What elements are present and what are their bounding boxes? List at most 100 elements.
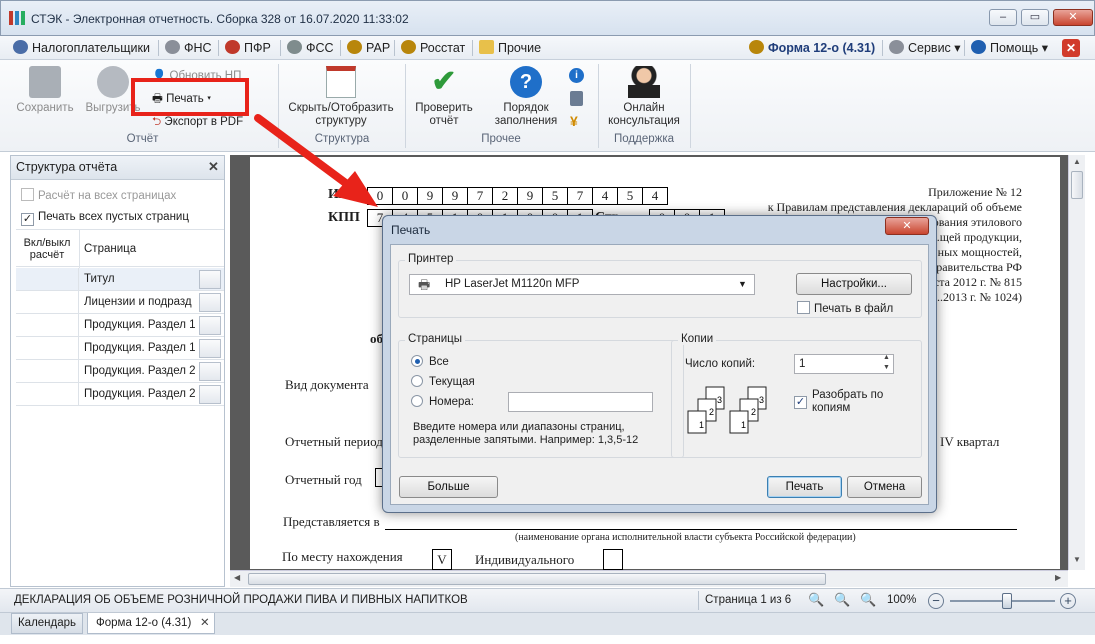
exit-icon[interactable]: ✕ [1062, 39, 1080, 57]
info-icon[interactable]: i [569, 68, 584, 83]
table-row[interactable]: Продукция. Раздел 2 [16, 383, 224, 406]
tab-calendar[interactable]: Календарь [11, 613, 83, 634]
upload-arrow-icon [97, 66, 129, 98]
digit-cell[interactable]: 5 [542, 187, 568, 205]
cancel-label: Отмена [863, 481, 906, 493]
zoom-slider-thumb[interactable] [1002, 593, 1013, 609]
digit-cell[interactable]: 0 [392, 187, 418, 205]
dialog-close-button[interactable]: ✕ [885, 217, 929, 235]
copies-input[interactable]: 1 ▲ ▼ [794, 354, 894, 374]
collate-checkbox[interactable]: ✓ Разобрать по копиям [794, 389, 914, 415]
print-empty-checkbox[interactable]: ✓ Печать всех пустых страниц [21, 211, 189, 226]
menu-bar: Налогоплательщики ФНС ПФР ФСС РАР Росста… [0, 36, 1095, 60]
currency-icon[interactable]: ¥ [570, 113, 578, 129]
check-report-label: Проверить отчёт [415, 102, 473, 127]
print-page-icon[interactable] [199, 316, 221, 335]
svg-text:1: 1 [699, 420, 704, 430]
scroll-left-icon[interactable]: ◀ [234, 573, 240, 582]
digit-cell[interactable]: 4 [592, 187, 618, 205]
scroll-thumb[interactable] [248, 573, 826, 585]
zoom-in-icon[interactable]: + [1060, 593, 1076, 609]
radio-selected-icon [411, 355, 423, 367]
print-page-icon[interactable] [199, 339, 221, 358]
online-consult-button[interactable]: Онлайн консультация [604, 66, 684, 128]
print-page-icon[interactable] [199, 362, 221, 381]
print-confirm-button[interactable]: Печать [767, 476, 842, 498]
digit-cell[interactable]: 9 [442, 187, 468, 205]
radio-numbers[interactable]: Номера: [411, 395, 474, 408]
update-np-button[interactable]: 👤 Обновить НП [152, 68, 241, 82]
digit-cell[interactable]: 9 [517, 187, 543, 205]
export-pdf-button[interactable]: ⮌ Экспорт в PDF [152, 114, 243, 133]
printer-group-title: Принтер [405, 253, 457, 265]
radio-current[interactable]: Текущая [411, 375, 475, 388]
menu-rar[interactable]: РАР [347, 39, 390, 57]
scroll-thumb[interactable] [1071, 171, 1083, 199]
export-pdf-label: Экспорт в PDF [164, 116, 244, 128]
upload-button[interactable]: Выгрузить [82, 66, 144, 115]
printer-group: Принтер 🖶 HP LaserJet M1120n MFP ▼ Настр… [398, 253, 922, 318]
digit-cell[interactable]: 2 [492, 187, 518, 205]
digit-cell[interactable]: 5 [617, 187, 643, 205]
digit-cell[interactable]: 0 [367, 187, 393, 205]
zoom-slider[interactable] [950, 593, 1055, 609]
zoom-fit-icon[interactable]: 🔍 [834, 592, 850, 608]
scroll-down-icon[interactable]: ▼ [1069, 555, 1085, 564]
cancel-button[interactable]: Отмена [847, 476, 922, 498]
printer-select[interactable]: 🖶 HP LaserJet M1120n MFP ▼ [409, 274, 755, 295]
menu-pfr[interactable]: ПФР [225, 39, 271, 57]
digit-cell[interactable]: 4 [642, 187, 668, 205]
horizontal-scrollbar[interactable]: ◀ ▶ [230, 570, 1068, 587]
close-tab-icon[interactable]: ✕ [200, 613, 210, 633]
table-row[interactable]: Продукция. Раздел 2 [16, 360, 224, 383]
table-row[interactable]: Титул [16, 268, 224, 291]
year-label: Отчетный год [285, 472, 362, 487]
window-title: СТЭК - Электронная отчетность. Сборка 32… [31, 12, 409, 26]
menu-service[interactable]: Сервис ▾ [889, 39, 961, 57]
print-page-icon[interactable] [199, 385, 221, 404]
vertical-scrollbar[interactable]: ▲ ▼ [1068, 155, 1085, 570]
close-window-button[interactable]: ✕ [1053, 9, 1093, 26]
print-to-file-checkbox[interactable]: Печать в файл [797, 301, 893, 315]
settings-button[interactable]: Настройки... [796, 273, 912, 295]
save-button[interactable]: Сохранить [12, 66, 78, 115]
menu-help[interactable]: Помощь ▾ [971, 39, 1048, 57]
table-row[interactable]: Продукция. Раздел 1 [16, 337, 224, 360]
scroll-up-icon[interactable]: ▲ [1069, 157, 1085, 166]
location-mark-cell[interactable]: V [432, 549, 452, 570]
more-button[interactable]: Больше [399, 476, 498, 498]
close-panel-icon[interactable]: ✕ [208, 159, 219, 175]
radio-all[interactable]: Все [411, 355, 449, 368]
check-report-button[interactable]: ✔ Проверить отчёт [410, 66, 478, 128]
tab-form-12o[interactable]: Форма 12-о (4.31) ✕ [87, 613, 215, 634]
print-button[interactable]: 🖶 Печать ▾ [152, 91, 211, 110]
row-page-name: Продукция. Раздел 2 [84, 388, 196, 400]
scroll-right-icon[interactable]: ▶ [1055, 573, 1061, 582]
menu-fns[interactable]: ФНС [165, 39, 212, 57]
zoom-out-icon[interactable]: − [928, 593, 944, 609]
spinner-icon[interactable]: ▲ ▼ [883, 353, 890, 373]
individual-cell[interactable] [603, 549, 623, 570]
fill-order-button[interactable]: ? Порядок заполнения [490, 66, 562, 128]
print-page-icon[interactable] [199, 270, 221, 289]
table-row[interactable]: Продукция. Раздел 1 [16, 314, 224, 337]
menu-fss[interactable]: ФСС [287, 39, 334, 57]
table-row[interactable]: Лицензии и подразд [16, 291, 224, 314]
digit-cell[interactable]: 9 [417, 187, 443, 205]
current-form-menu[interactable]: Форма 12-о (4.31) [749, 39, 875, 57]
svg-text:1: 1 [741, 420, 746, 430]
calculator-icon[interactable] [570, 91, 583, 106]
calc-all-pages-checkbox[interactable]: Расчёт на всех страницах [21, 188, 176, 202]
zoom-out-page-icon[interactable]: 🔍 [808, 592, 824, 608]
digit-cell[interactable]: 7 [467, 187, 493, 205]
menu-taxpayers[interactable]: Налогоплательщики [13, 39, 150, 57]
page-numbers-input[interactable] [508, 392, 653, 412]
digit-cell[interactable]: 7 [567, 187, 593, 205]
zoom-width-icon[interactable]: 🔍 [860, 592, 876, 608]
menu-rosstat[interactable]: Росстат [401, 39, 465, 57]
toggle-structure-button[interactable]: Скрыть/Отобразить структуру [285, 66, 397, 128]
maximize-button[interactable]: ▭ [1021, 9, 1049, 26]
print-page-icon[interactable] [199, 293, 221, 312]
minimize-button[interactable]: – [989, 9, 1017, 26]
menu-other[interactable]: Прочие [479, 39, 541, 57]
